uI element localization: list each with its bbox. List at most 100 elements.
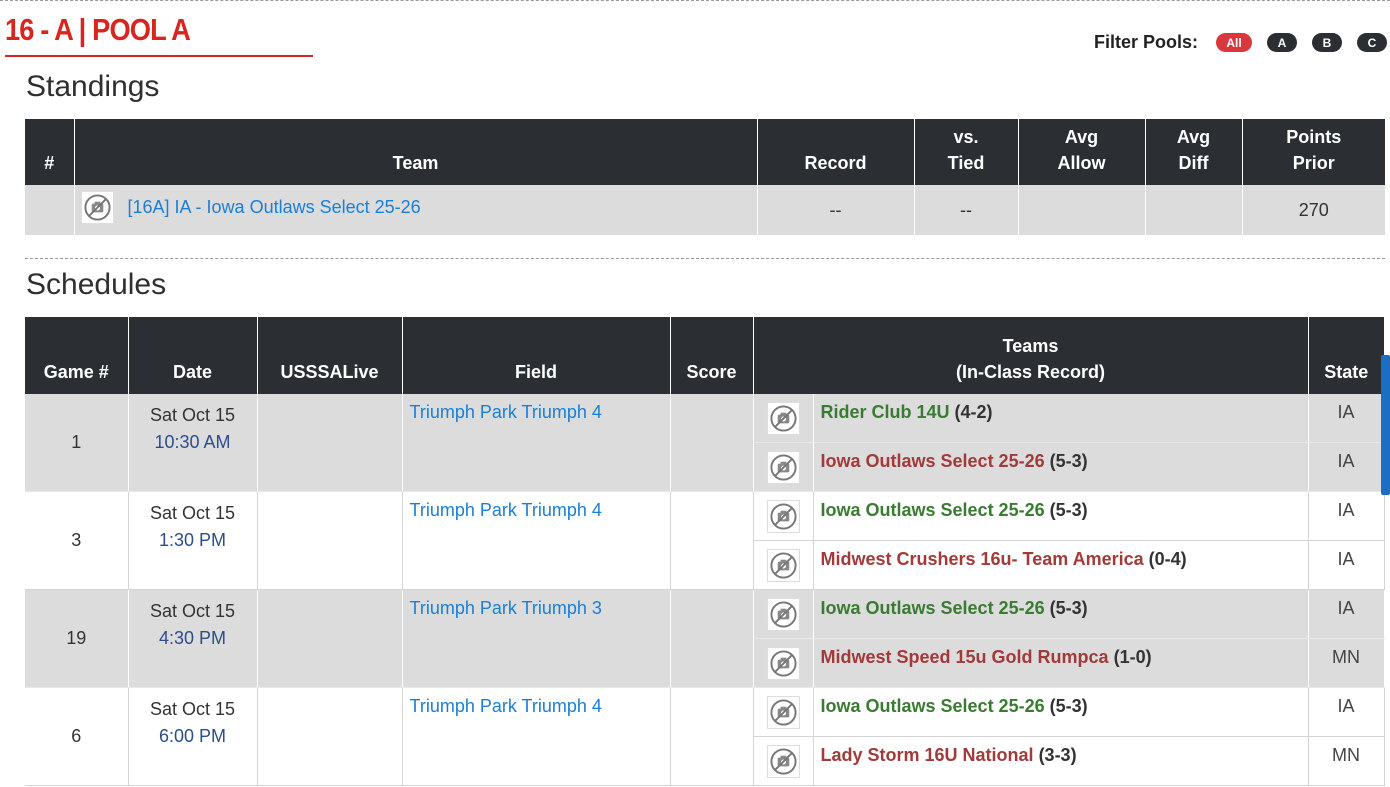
game-usssalive [257,589,403,688]
standings-col-avg-allow[interactable]: Avg Allow [1018,119,1146,185]
standings-col-vs-tied[interactable]: vs. Tied [914,119,1019,185]
schedule-col-usssalive: USSSALive [257,317,403,394]
team-state: IA [1308,442,1385,492]
team-cell: Lady Storm 16U National (3-3) [813,736,1309,786]
field-link[interactable]: Triumph Park Triumph 4 [410,696,602,716]
filter-pill-c[interactable]: C [1357,33,1388,52]
standings-cell-record: -- [757,185,915,235]
filter-pill-all[interactable]: All [1216,33,1253,52]
game-date: Sat Oct 15 10:30 AM [128,394,258,492]
team-cell: Iowa Outlaws Select 25-26 (5-3) [813,687,1309,737]
team-state: IA [1308,540,1385,590]
team-logo-cell [753,442,814,492]
game-day: Sat Oct 15 [149,601,236,621]
team-cell: Midwest Crushers 16u- Team America (0-4) [813,540,1309,590]
team-record: (1-0) [1113,647,1152,667]
schedules-heading: Schedules [26,268,167,301]
section-divider [25,258,1385,259]
standings-cell-avg-allow [1018,185,1146,235]
schedule-team-row: 19 Sat Oct 15 4:30 PM Triumph Park Triumph … [25,589,1385,688]
filter-pill-a[interactable]: A [1267,33,1298,52]
team-cell: Iowa Outlaws Select 25-26 (5-3) [813,442,1309,492]
team-state: IA [1308,687,1385,737]
team-record: (5-3) [1049,598,1088,618]
game-usssalive [257,394,403,492]
game-number: 3 [25,491,129,590]
standings-cell-num [25,185,75,235]
team-name-link[interactable]: Midwest Speed 15u Gold Rumpca [821,647,1109,667]
team-logo-cell [753,589,814,639]
game-usssalive [257,491,403,590]
game-time: 1:30 PM [158,530,227,550]
schedule-col-date[interactable]: Date [128,317,258,394]
team-name-link[interactable]: Iowa Outlaws Select 25-26 [821,696,1045,716]
schedule-col-score: Score [670,317,754,394]
team-name-link[interactable]: Iowa Outlaws Select 25-26 [821,451,1045,471]
field-link[interactable]: Triumph Park Triumph 3 [410,598,602,618]
standings-col-num: # [25,119,75,185]
team-cell: Iowa Outlaws Select 25-26 (5-3) [813,589,1309,639]
game-score [670,687,754,786]
no-image-icon [80,190,114,224]
team-cell: Iowa Outlaws Select 25-26 (5-3) [813,491,1309,541]
standings-heading: Standings [26,70,160,103]
schedule-table: Game # Date USSSALive Field Score Teams(… [25,317,1385,786]
game-time: 4:30 PM [158,628,227,648]
schedule-col-state: State [1308,317,1384,394]
team-logo-cell [753,638,814,688]
standings-team-link[interactable]: [16A] IA - Iowa Outlaws Select 25-26 [128,197,421,218]
page-scrollbar[interactable] [1381,355,1390,495]
no-image-icon [766,450,800,484]
field-link[interactable]: Triumph Park Triumph 4 [410,500,602,520]
game-field: Triumph Park Triumph 4 [402,687,671,786]
standings-col-points-prior[interactable]: Points Prior [1242,119,1385,185]
schedule-col-field[interactable]: Field [402,317,671,394]
schedule-col-game[interactable]: Game # [25,317,129,394]
team-record: (4-2) [954,402,993,422]
game-field: Triumph Park Triumph 4 [402,394,671,492]
schedule-team-row: 1 Sat Oct 15 10:30 AM Triumph Park Triumph … [25,394,1385,492]
game-day: Sat Oct 15 [149,699,236,719]
field-link[interactable]: Triumph Park Triumph 4 [410,402,602,422]
standings-col-team[interactable]: Team [74,119,758,185]
schedule-team-row: 3 Sat Oct 15 1:30 PM Triumph Park Triumph 4… [25,491,1385,590]
standings-col-avg-diff[interactable]: Avg Diff [1145,119,1243,185]
team-logo-cell [753,394,814,443]
game-number: 6 [25,687,129,786]
game-time: 6:00 PM [158,726,227,746]
team-name-link[interactable]: Lady Storm 16U National [821,745,1034,765]
game-date: Sat Oct 15 1:30 PM [128,491,258,590]
team-state: IA [1308,491,1385,541]
game-score [670,491,754,590]
schedule-col-teams: Teams (In-Class Record) [753,317,1309,394]
team-logo-cell [753,491,814,541]
pool-filter: Filter Pools: All A B C [1094,32,1388,53]
game-date: Sat Oct 15 6:00 PM [128,687,258,786]
team-cell: Midwest Speed 15u Gold Rumpca (1-0) [813,638,1309,688]
team-record: (5-3) [1049,451,1088,471]
team-logo-cell [753,687,814,737]
standings-cell-vs-tied: -- [914,185,1019,235]
pool-title: 16 - A | POOL A [5,12,191,47]
no-image-icon [766,597,800,631]
filter-pools-label: Filter Pools: [1094,32,1199,52]
game-field: Triumph Park Triumph 3 [402,589,671,688]
no-image-icon [766,499,800,533]
standings-col-record[interactable]: Record [757,119,915,185]
game-usssalive [257,687,403,786]
game-day: Sat Oct 15 [149,405,236,425]
game-day: Sat Oct 15 [149,503,236,523]
schedule-team-row: 6 Sat Oct 15 6:00 PM Triumph Park Triumph 4… [25,687,1385,786]
no-image-icon [766,646,800,680]
filter-pill-b[interactable]: B [1312,33,1343,52]
game-number: 1 [25,394,129,492]
team-record: (5-3) [1049,500,1088,520]
team-name-link[interactable]: Midwest Crushers 16u- Team America [821,549,1144,569]
team-name-link[interactable]: Iowa Outlaws Select 25-26 [821,598,1045,618]
team-name-link[interactable]: Rider Club 14U [821,402,950,422]
game-score [670,394,754,492]
game-field: Triumph Park Triumph 4 [402,491,671,590]
team-name-link[interactable]: Iowa Outlaws Select 25-26 [821,500,1045,520]
standings-row: [16A] IA - Iowa Outlaws Select 25-26 -- … [25,185,1385,235]
game-time: 10:30 AM [154,432,231,452]
